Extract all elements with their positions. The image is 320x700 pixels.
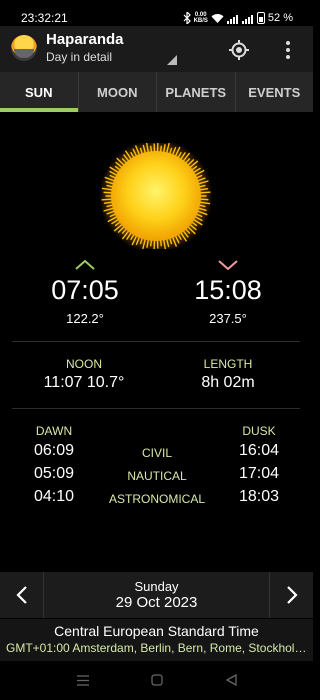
app-bar: Haparanda Day in detail	[0, 26, 313, 72]
sun-ray	[150, 240, 152, 247]
battery-icon	[256, 12, 265, 24]
sun-ray	[199, 188, 209, 191]
status-bar: 23:32:21 0.00 KB/S 52 %	[0, 0, 313, 26]
sunset-arrow-icon	[218, 260, 238, 270]
back-icon[interactable]	[226, 674, 237, 686]
selected-day[interactable]: Sunday	[44, 579, 269, 594]
day-length-value: 8h 02m	[201, 374, 255, 391]
divider	[12, 341, 300, 342]
sun-ray	[150, 145, 152, 152]
tab-bar: SUN MOON PLANETS EVENTS	[0, 72, 313, 112]
tab-moon[interactable]: MOON	[79, 72, 157, 112]
timezone-bar[interactable]: Central European Standard Time GMT+01:00…	[0, 619, 313, 661]
date-navigator: Sunday 29 Oct 2023	[0, 572, 313, 618]
civil-label: CIVIL	[141, 446, 172, 460]
astronomical-dawn: 04:10	[33, 488, 75, 505]
network-rate-unit: KB/S	[193, 18, 208, 24]
noon-label: NOON	[66, 357, 102, 371]
battery-percent: 52 %	[267, 12, 293, 24]
civil-dusk: 16:04	[238, 442, 280, 459]
dawn-label: DAWN	[35, 424, 73, 438]
sun-ray	[200, 191, 211, 194]
system-nav-bar	[0, 661, 313, 700]
chevron-left-icon	[15, 586, 27, 604]
sun-ray	[101, 198, 112, 201]
dropdown-indicator-icon[interactable]	[167, 55, 177, 65]
timezone-detail: GMT+01:00 Amsterdam, Berlin, Bern, Rome,…	[6, 641, 309, 655]
sunrise-arrow-icon	[75, 260, 95, 270]
overflow-menu-icon[interactable]	[283, 39, 293, 61]
divider	[12, 408, 300, 409]
sunrise-azimuth: 122.2°	[66, 311, 104, 326]
dusk-label: DUSK	[242, 424, 276, 438]
location-title[interactable]: Haparanda	[46, 31, 124, 48]
timezone-name: Central European Standard Time	[54, 623, 259, 639]
status-time: 23:32:21	[21, 11, 68, 25]
network-rate: 0.00 KB/S	[194, 12, 208, 24]
day-length-label: LENGTH	[203, 357, 253, 371]
sunset-azimuth: 237.5°	[209, 311, 247, 326]
tab-events[interactable]: EVENTS	[236, 72, 314, 112]
signal-icon	[241, 12, 254, 24]
nautical-label: NAUTICAL	[127, 469, 187, 483]
chevron-right-icon	[286, 586, 298, 604]
sun-icon	[99, 143, 213, 249]
next-day-button[interactable]	[269, 572, 313, 618]
sunset-time: 15:08	[194, 275, 262, 305]
selected-date[interactable]: 29 Oct 2023	[44, 594, 269, 611]
astronomical-label: ASTRONOMICAL	[108, 492, 205, 506]
sun-ray	[103, 201, 113, 204]
astronomical-dusk: 18:03	[238, 488, 280, 505]
bluetooth-icon	[183, 12, 191, 24]
wifi-icon	[211, 13, 224, 23]
app-logo-icon[interactable]	[11, 35, 37, 61]
gps-location-icon[interactable]	[228, 39, 250, 61]
sun-ray	[160, 240, 162, 247]
nautical-dusk: 17:04	[238, 465, 280, 482]
sunrise-time: 07:05	[51, 275, 119, 305]
nautical-dawn: 05:09	[33, 465, 75, 482]
sun-ray	[160, 145, 162, 152]
tab-planets[interactable]: PLANETS	[157, 72, 236, 112]
tab-sun[interactable]: SUN	[0, 72, 79, 112]
previous-day-button[interactable]	[0, 572, 44, 618]
civil-dawn: 06:09	[33, 442, 75, 459]
recents-icon[interactable]	[77, 675, 89, 686]
signal-icon	[226, 12, 239, 24]
home-icon[interactable]	[151, 674, 163, 686]
status-icons: 0.00 KB/S 52 %	[183, 10, 293, 26]
view-subtitle[interactable]: Day in detail	[46, 50, 112, 64]
noon-value: 11:07 10.7°	[43, 374, 125, 391]
